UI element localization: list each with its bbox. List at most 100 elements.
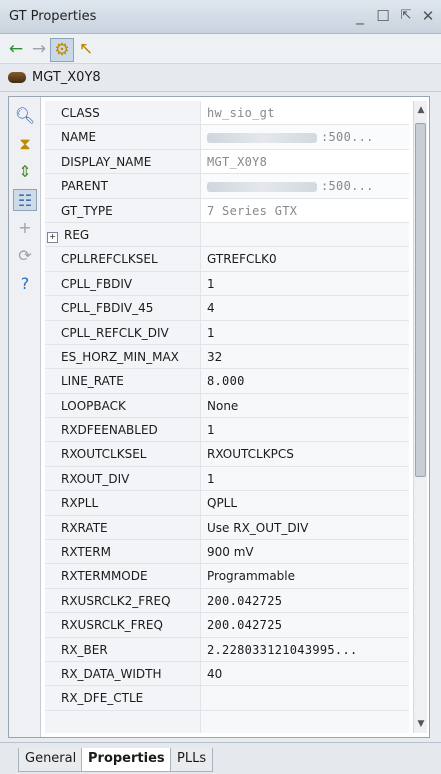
property-value-text: 1: [207, 276, 215, 291]
property-value[interactable]: 200.042725: [201, 588, 409, 613]
vertical-scrollbar[interactable]: ▲ ▼: [413, 101, 427, 733]
property-name: RX_DFE_CTLE: [45, 686, 201, 710]
property-name: GT_TYPE: [45, 198, 201, 222]
property-value-text: hw_sio_gt: [207, 106, 275, 120]
property-row[interactable]: NAME:500...: [45, 125, 409, 150]
property-row[interactable]: RXOUTCLKSEL RXOUTCLKPCS: [45, 442, 409, 467]
property-row[interactable]: RXTERMMODE Programmable: [45, 564, 409, 589]
property-row[interactable]: RXOUT_DIV 1: [45, 466, 409, 492]
property-row[interactable]: RXDFEENABLED 1: [45, 418, 409, 443]
property-value-text: 40: [207, 666, 223, 681]
property-value[interactable]: [201, 686, 409, 710]
property-value-text: 4: [207, 301, 215, 316]
property-name: + REG: [45, 222, 201, 247]
property-row[interactable]: CPLL_FBDIV_45 4: [45, 296, 409, 321]
property-name-text: CPLLREFCLKSEL: [61, 252, 158, 267]
property-name: RX_BER: [45, 637, 201, 661]
group-by-category-icon[interactable]: ☷: [13, 189, 37, 211]
property-row[interactable]: RXPLL QPLL: [45, 491, 409, 516]
property-name-text: RXDFEENABLED: [61, 423, 158, 438]
property-value[interactable]: 4: [201, 296, 409, 320]
back-arrow-icon[interactable]: ←: [5, 38, 27, 60]
property-row[interactable]: LOOPBACK None: [45, 393, 409, 419]
sidebar: 🔍︎ ⧗ ⇕ ☷ + ⟳ ?: [9, 97, 41, 737]
property-row[interactable]: CLASS hw_sio_gt: [45, 101, 409, 126]
property-grid: CLASS hw_sio_gt NAME:500... DISPLAY_NAME MGT…: [45, 101, 409, 733]
property-row[interactable]: RX_DFE_CTLE: [45, 686, 409, 711]
collapse-all-icon[interactable]: ⧗: [13, 133, 37, 155]
property-row[interactable]: CPLL_FBDIV 1: [45, 271, 409, 297]
expand-all-icon[interactable]: ⇕: [13, 161, 37, 183]
property-row[interactable]: RX_BER 2.228033121043995...: [45, 637, 409, 662]
property-value[interactable]: 8.000: [201, 369, 409, 393]
property-name-text: RXPLL: [61, 496, 99, 511]
property-value-text: :500...: [321, 130, 374, 145]
property-name-text: PARENT: [61, 179, 108, 194]
property-value[interactable]: Programmable: [201, 564, 409, 588]
property-value[interactable]: [201, 710, 409, 733]
property-row[interactable]: PARENT :500...: [45, 174, 409, 199]
redacted-block: [207, 181, 317, 192]
property-row[interactable]: GT_TYPE 7 Series GTX: [45, 198, 409, 223]
property-value[interactable]: [201, 222, 409, 247]
property-value[interactable]: 32: [201, 344, 409, 369]
minimize-icon[interactable]: _: [350, 6, 370, 26]
property-row[interactable]: ES_HORZ_MIN_MAX 32: [45, 344, 409, 370]
property-name: RXOUTCLKSEL: [45, 442, 201, 466]
scroll-down-icon[interactable]: ▼: [415, 717, 427, 731]
property-value[interactable]: 1: [201, 466, 409, 491]
object-name: MGT_X0Y8: [32, 70, 101, 85]
scroll-up-icon[interactable]: ▲: [415, 103, 427, 117]
close-icon[interactable]: ✕: [418, 6, 438, 26]
property-value[interactable]: 1: [201, 418, 409, 442]
property-value: :500...: [201, 174, 409, 197]
restore-icon[interactable]: ☐: [373, 6, 393, 26]
property-row[interactable]: RX_DATA_WIDTH 40: [45, 661, 409, 687]
forward-arrow-icon[interactable]: →: [28, 38, 50, 60]
property-value[interactable]: 900 mV: [201, 540, 409, 564]
property-row[interactable]: CPLL_REFCLK_DIV 1: [45, 320, 409, 345]
property-value[interactable]: 2.228033121043995...: [201, 637, 409, 661]
property-value: 7 Series GTX: [201, 199, 409, 222]
property-value[interactable]: QPLL: [201, 491, 409, 515]
float-icon[interactable]: ⇱: [396, 6, 416, 26]
property-row[interactable]: RXUSRCLK2_FREQ 200.042725: [45, 588, 409, 614]
property-row[interactable]: RXUSRCLK_FREQ 200.042725: [45, 613, 409, 638]
property-value-text: 1: [207, 471, 215, 486]
property-name-text: REG: [64, 227, 90, 242]
property-value: hw_sio_gt: [201, 101, 409, 124]
property-value[interactable]: Use RX_OUT_DIV: [201, 515, 409, 540]
property-row[interactable]: + REG: [45, 222, 409, 248]
search-icon[interactable]: 🔍︎: [13, 105, 37, 127]
property-row[interactable]: RXTERM 900 mV: [45, 540, 409, 565]
property-value[interactable]: RXOUTCLKPCS: [201, 442, 409, 466]
add-icon[interactable]: +: [13, 217, 37, 239]
property-name: RXOUT_DIV: [45, 466, 201, 491]
property-name: RXTERM: [45, 540, 201, 564]
property-row[interactable]: RXRATE Use RX_OUT_DIV: [45, 515, 409, 541]
property-value[interactable]: 1: [201, 320, 409, 344]
scrollbar-thumb[interactable]: [415, 123, 426, 477]
property-value[interactable]: GTREFCLK0: [201, 247, 409, 271]
property-row[interactable]: CPLLREFCLKSEL GTREFCLK0: [45, 247, 409, 272]
tab-plls[interactable]: PLLs: [170, 748, 214, 772]
property-name-text: DISPLAY_NAME: [61, 154, 152, 169]
property-value[interactable]: 200.042725: [201, 613, 409, 637]
property-value[interactable]: 40: [201, 661, 409, 686]
property-name-text: CLASS: [61, 106, 100, 120]
property-row[interactable]: LINE_RATE 8.000: [45, 369, 409, 394]
property-row[interactable]: DISPLAY_NAME MGT_X0Y8: [45, 149, 409, 175]
tab-properties[interactable]: Properties: [81, 748, 172, 772]
gear-settings-icon[interactable]: ⚙: [50, 38, 74, 62]
property-name-text: LOOPBACK: [61, 398, 126, 413]
pointer-icon[interactable]: ↖: [75, 38, 97, 60]
property-value[interactable]: 1: [201, 271, 409, 296]
property-value[interactable]: None: [201, 393, 409, 418]
expand-plus-icon[interactable]: +: [47, 231, 58, 243]
property-name-text: RXOUTCLKSEL: [61, 447, 147, 462]
property-row[interactable]: [45, 710, 409, 733]
property-name-text: RXUSRCLK_FREQ: [61, 618, 163, 633]
refresh-icon[interactable]: ⟳: [13, 245, 37, 267]
tab-general[interactable]: General: [18, 748, 84, 772]
help-icon[interactable]: ?: [13, 273, 37, 295]
